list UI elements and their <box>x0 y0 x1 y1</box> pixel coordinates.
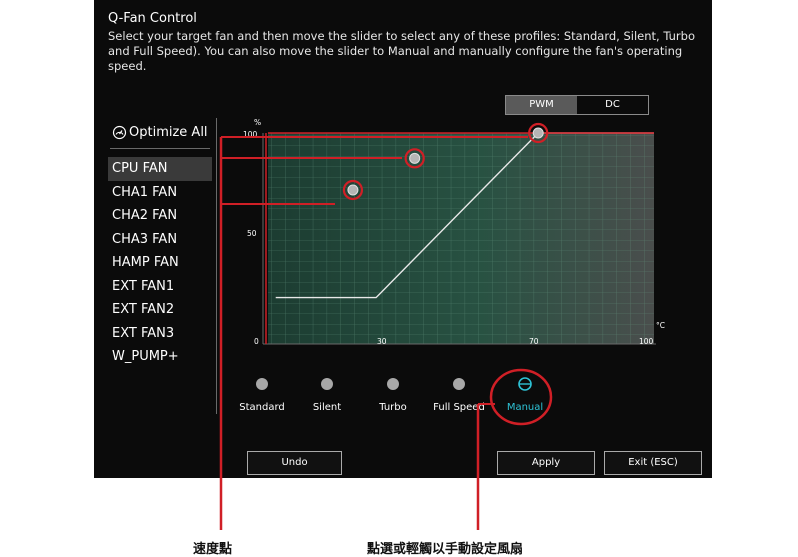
manual-hint-caption: 點選或輕觸以手動設定風扇 <box>367 542 524 557</box>
speed-point-caption: 速度點 <box>193 542 233 557</box>
manual-highlight-ring <box>489 368 553 426</box>
callout-overlay <box>219 136 553 530</box>
